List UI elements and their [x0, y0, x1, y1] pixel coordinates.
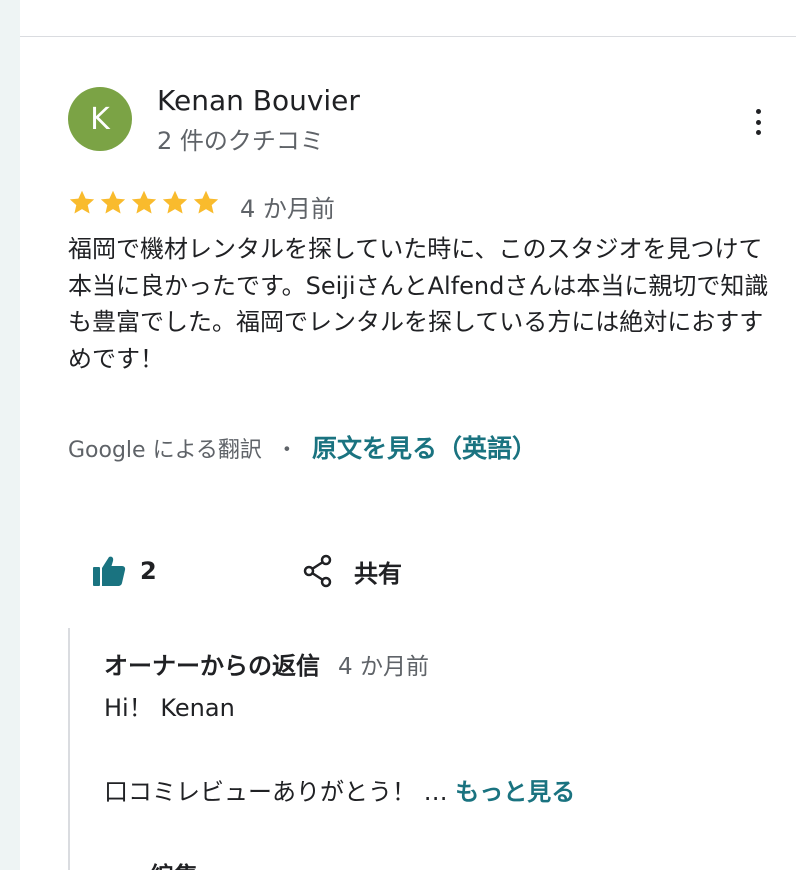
more-vert-icon-dot	[755, 119, 761, 125]
translation-line: Google による翻訳 ・ 原文を見る（英語）	[68, 429, 537, 465]
owner-reply-header: オーナーからの返信 4 か月前	[104, 646, 429, 681]
owner-reply-date: 4 か月前	[338, 654, 429, 680]
star-icon	[131, 190, 157, 214]
share-button[interactable]: 共有	[302, 553, 402, 589]
more-options-button[interactable]	[744, 106, 772, 138]
star-icon	[193, 190, 219, 214]
view-original-link[interactable]: 原文を見る（英語）	[312, 429, 537, 465]
review-date: 4 か月前	[240, 195, 335, 223]
owner-reply: オーナーからの返信 4 か月前 Hi！ Kenan 口コミレビューありがとう！ …	[68, 628, 796, 870]
review-text: 福岡で機材レンタルを探していた時に、このスタジオを見つけて本当に良かったです。S…	[68, 235, 769, 373]
star-rating	[68, 189, 220, 217]
owner-reply-title: オーナーからの返信	[104, 652, 320, 680]
translation-label: Google による翻訳	[68, 438, 262, 463]
left-panel-edge	[0, 0, 20, 870]
reviewer-review-count: 2 件のクチコミ	[157, 127, 324, 155]
star-icon	[100, 190, 126, 214]
show-more-link[interactable]: もっと見る	[455, 778, 575, 806]
review-panel: K Kenan Bouvier 2 件のクチコミ 4 か月前 福岡で機材レンタル…	[0, 0, 796, 870]
reviewer-avatar[interactable]: K	[68, 87, 132, 151]
owner-reply-body: 口コミレビューありがとう！ … もっと見る	[104, 772, 575, 807]
thumbs-up-icon	[93, 556, 126, 586]
star-icon	[69, 190, 95, 214]
avatar-initial: K	[90, 101, 110, 137]
owner-reply-text: 口コミレビューありがとう！ …	[104, 778, 456, 806]
like-button[interactable]: 2	[92, 553, 157, 589]
top-divider	[20, 36, 796, 37]
more-vert-icon-dot	[755, 130, 761, 135]
translation-separator: ・	[275, 438, 298, 463]
like-count: 2	[140, 557, 157, 585]
owner-reply-cutoff-text: 編集	[150, 856, 198, 870]
reviewer-name[interactable]: Kenan Bouvier	[157, 84, 360, 117]
owner-reply-greeting: Hi！ Kenan	[104, 694, 235, 722]
more-vert-icon	[755, 109, 761, 114]
share-label: 共有	[354, 559, 402, 588]
share-icon	[303, 554, 332, 588]
star-icon	[162, 190, 188, 214]
